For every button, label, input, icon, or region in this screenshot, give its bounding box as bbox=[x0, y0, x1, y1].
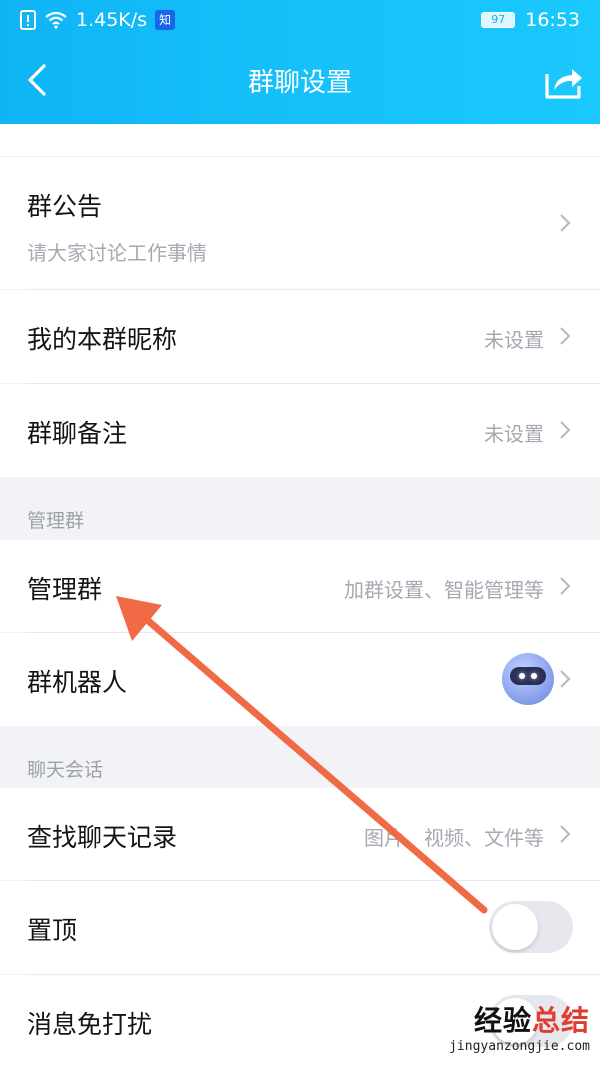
chevron-right-icon bbox=[560, 825, 571, 843]
group-remark-label: 群聊备注 bbox=[27, 419, 128, 448]
my-nickname-row[interactable]: 我的本群昵称 未设置 bbox=[0, 290, 600, 383]
wifi-icon bbox=[45, 11, 67, 29]
chevron-right-icon bbox=[560, 577, 571, 595]
chevron-right-icon bbox=[560, 421, 571, 439]
pin-top-row: 置顶 bbox=[0, 881, 600, 974]
watermark-text: 经验 bbox=[473, 1004, 532, 1037]
share-icon[interactable] bbox=[542, 60, 584, 102]
group-remark-row[interactable]: 群聊备注 未设置 bbox=[0, 384, 600, 477]
pin-top-label: 置顶 bbox=[27, 916, 78, 945]
toggle-knob bbox=[492, 904, 538, 950]
do-not-disturb-label: 消息免打扰 bbox=[27, 1010, 153, 1039]
watermark-url: jingyanzongjie.com bbox=[449, 1039, 590, 1054]
search-history-row[interactable]: 查找聊天记录 图片、视频、文件等 bbox=[0, 788, 600, 880]
previous-row-fragment bbox=[0, 124, 600, 156]
robot-avatar-icon bbox=[502, 653, 554, 705]
group-robot-label: 群机器人 bbox=[27, 668, 128, 697]
page-title: 群聊设置 bbox=[247, 68, 352, 98]
network-speed: 1.45K/s bbox=[76, 9, 148, 31]
site-watermark: 经验总结 jingyanzongjie.com bbox=[449, 999, 590, 1054]
announcement-row[interactable]: 群公告 请大家讨论工作事情 bbox=[0, 157, 600, 289]
group-remark-value: 未设置 bbox=[484, 422, 544, 446]
search-history-value: 图片、视频、文件等 bbox=[364, 826, 544, 850]
manage-group-label: 管理群 bbox=[27, 575, 103, 604]
announcement-subtitle: 请大家讨论工作事情 bbox=[27, 241, 207, 265]
pin-top-toggle[interactable] bbox=[489, 901, 573, 953]
chevron-right-icon bbox=[560, 214, 571, 232]
search-history-label: 查找聊天记录 bbox=[27, 823, 178, 852]
app-notification-icon: 知 bbox=[155, 10, 176, 30]
alert-icon bbox=[20, 10, 36, 30]
group-robot-row[interactable]: 群机器人 bbox=[0, 633, 600, 726]
manage-group-value: 加群设置、智能管理等 bbox=[344, 578, 544, 602]
header-bar: 1.45K/s 知 97 16:53 群聊设置 bbox=[0, 0, 600, 124]
chevron-right-icon bbox=[560, 327, 571, 345]
watermark-text-red: 总结 bbox=[531, 1004, 590, 1037]
my-nickname-label: 我的本群昵称 bbox=[27, 325, 178, 354]
battery-icon: 97 bbox=[481, 12, 516, 28]
status-bar: 1.45K/s 知 97 16:53 bbox=[0, 0, 600, 40]
manage-group-row[interactable]: 管理群 加群设置、智能管理等 bbox=[0, 540, 600, 632]
my-nickname-value: 未设置 bbox=[484, 328, 544, 352]
chevron-right-icon bbox=[560, 670, 571, 688]
announcement-label: 群公告 bbox=[27, 192, 103, 221]
section-header-manage: 管理群 bbox=[27, 510, 85, 532]
clock-time: 16:53 bbox=[525, 9, 580, 31]
section-header-chat: 聊天会话 bbox=[27, 759, 104, 781]
